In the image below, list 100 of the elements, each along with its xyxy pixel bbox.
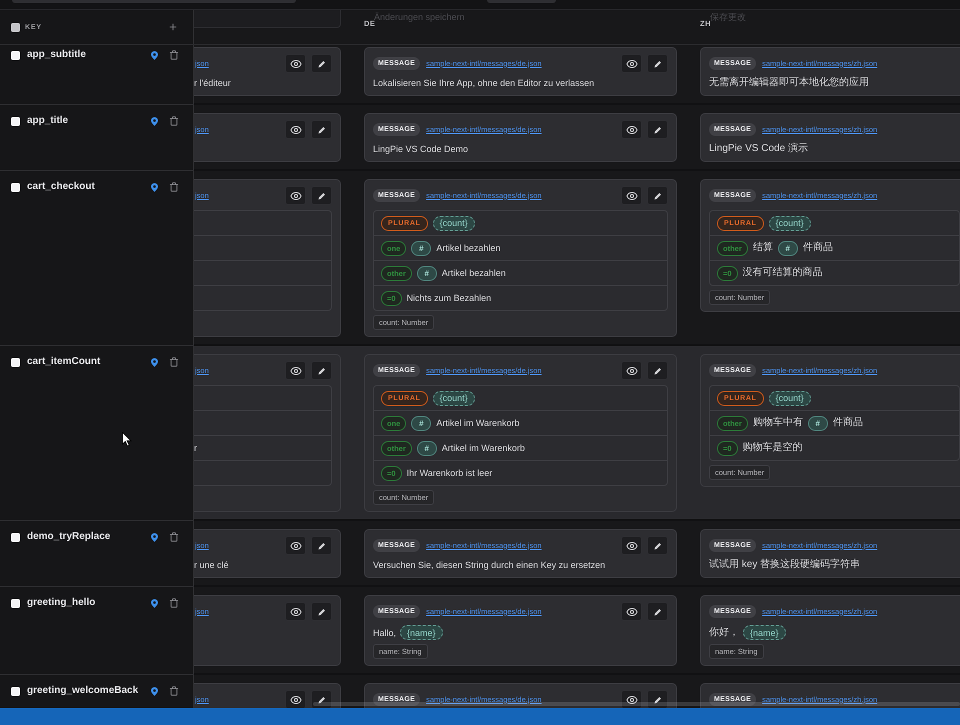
trash-icon[interactable] xyxy=(169,598,179,608)
message-text: 你好， xyxy=(709,626,739,638)
argument-chip: {count} xyxy=(768,390,811,406)
edit-button[interactable] xyxy=(311,54,332,73)
row-checkbox[interactable] xyxy=(11,358,20,366)
preview-button[interactable] xyxy=(621,120,642,139)
argument-chip: {name} xyxy=(400,625,443,640)
message-text: r l'éditeur xyxy=(194,77,231,89)
trash-icon[interactable] xyxy=(169,50,179,60)
message-text: 无需离开编辑器即可本地化您的应用 xyxy=(709,77,869,89)
pin-icon[interactable] xyxy=(151,686,158,696)
eye-icon xyxy=(626,694,638,706)
preview-button[interactable] xyxy=(285,54,306,73)
edit-button[interactable] xyxy=(311,690,332,708)
hash-chip: # xyxy=(411,240,432,256)
eye-icon xyxy=(626,364,638,376)
message-text: Artikel bezahlen xyxy=(436,242,500,254)
hash-chip: # xyxy=(416,440,437,456)
pencil-icon xyxy=(654,608,662,616)
edit-button[interactable] xyxy=(647,361,668,380)
row-checkbox[interactable] xyxy=(11,116,20,126)
key-name: app_subtitle xyxy=(27,49,86,61)
row-checkbox[interactable] xyxy=(11,598,20,608)
argument-chip: {name} xyxy=(743,625,786,640)
edit-button[interactable] xyxy=(311,361,332,380)
edit-button[interactable] xyxy=(311,186,332,205)
eye-icon xyxy=(290,606,302,618)
trash-icon[interactable] xyxy=(169,182,179,192)
pin-icon[interactable] xyxy=(151,50,158,60)
key-name: cart_checkout xyxy=(27,181,95,193)
trash-icon[interactable] xyxy=(169,532,179,542)
trash-icon[interactable] xyxy=(169,357,179,367)
edit-button[interactable] xyxy=(647,120,668,139)
row-checkbox[interactable] xyxy=(11,532,20,542)
message-text: 件商品 xyxy=(832,417,863,429)
row-checkbox[interactable] xyxy=(11,686,20,696)
row-checkbox[interactable] xyxy=(11,182,20,192)
message-text: Artikel im Warenkorb xyxy=(436,417,520,429)
eye-icon xyxy=(626,124,638,136)
pencil-icon xyxy=(318,192,326,200)
message-text: LingPie VS Code Demo xyxy=(373,143,468,155)
preview-button[interactable] xyxy=(621,690,642,708)
preview-button[interactable] xyxy=(285,361,306,380)
edit-button[interactable] xyxy=(647,54,668,73)
pencil-icon xyxy=(318,608,326,616)
message-text: LingPie VS Code 演示 xyxy=(709,143,808,155)
preview-button[interactable] xyxy=(285,186,306,205)
preview-button[interactable] xyxy=(621,536,642,555)
pencil-icon xyxy=(654,60,662,68)
message-text: Artikel im Warenkorb xyxy=(442,442,525,454)
edit-button[interactable] xyxy=(311,120,332,139)
preview-button[interactable] xyxy=(621,361,642,380)
hash-chip: # xyxy=(808,416,828,430)
hash-chip: # xyxy=(416,266,437,280)
preview-button[interactable] xyxy=(621,54,642,73)
pencil-icon xyxy=(318,60,326,68)
preview-button[interactable] xyxy=(285,120,306,139)
hash-chip: # xyxy=(411,416,432,430)
message-text: 结算 xyxy=(752,242,773,254)
pin-icon[interactable] xyxy=(151,116,158,126)
message-text: Versuchen Sie, diesen String durch einen Key zu ersetzen xyxy=(373,559,606,571)
key-name: demo_tryReplace xyxy=(27,531,110,543)
trash-icon[interactable] xyxy=(169,686,179,696)
preview-button[interactable] xyxy=(285,536,306,555)
key-name: greeting_hello xyxy=(27,597,96,609)
eye-icon xyxy=(290,58,302,70)
message-text: 购物车是空的 xyxy=(742,442,803,454)
pencil-icon xyxy=(654,126,662,134)
row-checkbox[interactable] xyxy=(11,50,20,60)
message-text: r une clé xyxy=(194,559,229,571)
preview-button[interactable] xyxy=(285,602,306,621)
argument-chip: {count} xyxy=(432,216,475,230)
pin-icon[interactable] xyxy=(151,532,158,542)
message-text: 购物车中有 xyxy=(752,417,803,429)
preview-button[interactable] xyxy=(285,690,306,708)
pin-icon[interactable] xyxy=(151,598,158,608)
pin-icon[interactable] xyxy=(151,358,158,366)
pin-icon[interactable] xyxy=(151,182,158,192)
eye-icon xyxy=(626,540,638,552)
edit-button[interactable] xyxy=(647,602,668,621)
eye-icon xyxy=(626,606,638,618)
pencil-icon xyxy=(654,366,662,374)
trash-icon[interactable] xyxy=(169,116,179,126)
preview-button[interactable] xyxy=(621,602,642,621)
eye-icon xyxy=(626,58,638,70)
preview-button[interactable] xyxy=(621,186,642,205)
edit-button[interactable] xyxy=(311,602,332,621)
message-text: Lokalisieren Sie Ihre App, ohne den Editor zu verlassen xyxy=(373,77,594,89)
edit-button[interactable] xyxy=(311,536,332,555)
pencil-icon xyxy=(654,192,662,200)
edit-button[interactable] xyxy=(647,536,668,555)
message-text: Hallo, xyxy=(373,626,396,638)
message-text: 没有可结算的商品 xyxy=(742,267,823,279)
key-name: greeting_welcomeBack xyxy=(27,685,138,697)
select-all-checkbox[interactable] xyxy=(11,22,20,32)
pencil-icon xyxy=(654,542,662,550)
edit-button[interactable] xyxy=(647,186,668,205)
pencil-icon xyxy=(318,126,326,134)
plus-icon[interactable] xyxy=(168,22,178,32)
edit-button[interactable] xyxy=(647,690,668,708)
